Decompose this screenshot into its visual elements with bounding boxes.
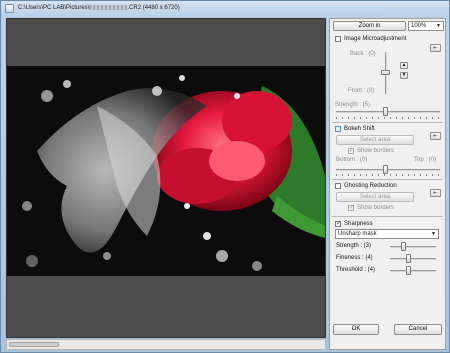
sharpness-strength-thumb[interactable] xyxy=(401,242,406,251)
sharpness-fineness-track[interactable] xyxy=(390,258,436,260)
horizontal-scrollbar[interactable] xyxy=(6,339,326,350)
window-title: C:\Users\PC LAB\Pictures\ .CR2 (4480 x 67… xyxy=(18,5,180,11)
cancel-button[interactable]: Cancel xyxy=(394,324,442,335)
bokeh-bottom-label: Bottom : (0) xyxy=(336,157,368,163)
sharpness-mode-value: Unsharp mask xyxy=(338,231,377,237)
bokeh-shift-track[interactable] xyxy=(336,169,440,171)
microadjustment-strength-thumb[interactable] xyxy=(383,107,388,116)
bokeh-show-borders-label: Show borders xyxy=(357,148,395,154)
sharpness-label: Sharpness xyxy=(344,221,373,227)
ghosting-reduction-checkbox[interactable] xyxy=(335,183,341,189)
bokeh-shift-label: Bokeh Shift xyxy=(344,126,375,132)
arrow-down-icon[interactable]: ▼ xyxy=(400,72,408,79)
bokeh-top-label: Top : (0) xyxy=(414,157,437,163)
sharpness-mode-select[interactable]: Unsharp mask ▼ xyxy=(335,229,439,239)
ok-button[interactable]: OK xyxy=(333,324,379,335)
back-label: Back : (0) xyxy=(350,51,376,57)
scrollbar-thumb[interactable] xyxy=(9,342,59,347)
microadjustment-ticks xyxy=(336,117,440,119)
sharpness-checkbox[interactable]: ✓ xyxy=(335,221,341,227)
image-microadjustment-checkbox[interactable] xyxy=(335,36,341,42)
sharpness-threshold-thumb[interactable] xyxy=(406,266,411,275)
title-bar: C:\Users\PC LAB\Pictures\ .CR2 (4480 x 67… xyxy=(1,1,449,18)
bokeh-shift-ticks xyxy=(336,174,440,176)
preview-image xyxy=(7,66,325,276)
bokeh-shift-checkbox[interactable] xyxy=(335,126,341,132)
microadjustment-vertical-thumb[interactable] xyxy=(381,70,390,75)
microadjustment-strength-label: Strength : (5) xyxy=(335,102,371,108)
sharpness-strength-track[interactable] xyxy=(390,246,436,248)
bokeh-show-borders-checkbox[interactable]: ✓ xyxy=(348,148,354,154)
sharpness-strength-label: Strength : (3) xyxy=(336,243,372,249)
app-icon xyxy=(5,4,14,13)
image-microadjustment-label: Image Microadjustment xyxy=(344,36,407,42)
dpp-tool-window: C:\Users\PC LAB\Pictures\ .CR2 (4480 x 67… xyxy=(0,0,450,353)
redacted-filename xyxy=(89,5,128,10)
image-preview-area[interactable] xyxy=(6,18,326,338)
zoom-value: 100% xyxy=(411,23,427,29)
ghosting-reduction-label: Ghosting Reduction xyxy=(344,183,397,189)
zoom-select[interactable]: 100% ▼ xyxy=(408,21,444,31)
sharpness-threshold-track[interactable] xyxy=(390,270,436,272)
bokeh-select-area-button[interactable]: Select area xyxy=(336,135,414,145)
zoom-in-button[interactable]: Zoom in xyxy=(333,21,406,31)
arrow-up-icon[interactable]: ▲ xyxy=(400,62,408,69)
reset-icon[interactable]: ⇤ xyxy=(430,44,441,52)
section-divider xyxy=(332,122,443,123)
bokeh-shift-thumb[interactable] xyxy=(383,165,388,174)
adjustment-panel: Zoom in 100% ▼ Image Microadjustment ⇤ B… xyxy=(329,18,446,350)
title-file-info: .CR2 (4480 x 6720) xyxy=(127,5,180,12)
sharpness-fineness-label: Fineness : (4) xyxy=(336,255,373,261)
reset-icon[interactable]: ⇤ xyxy=(430,132,441,140)
front-label: Front : (0) xyxy=(348,88,375,94)
microadjustment-strength-track[interactable] xyxy=(336,111,440,113)
sharpness-fineness-thumb[interactable] xyxy=(406,254,411,263)
section-divider xyxy=(332,179,443,180)
chevron-down-icon: ▼ xyxy=(431,231,436,237)
section-divider xyxy=(332,216,443,217)
reset-icon[interactable]: ⇤ xyxy=(430,189,441,197)
ghosting-show-borders-label: Show borders xyxy=(357,205,395,211)
title-path: C:\Users\PC LAB\Pictures\ xyxy=(18,5,90,12)
sharpness-threshold-label: Threshold : (4) xyxy=(336,267,376,273)
chevron-down-icon: ▼ xyxy=(436,23,441,29)
ghosting-show-borders-checkbox[interactable]: ✓ xyxy=(348,205,354,211)
ghosting-select-area-button[interactable]: Select area xyxy=(336,192,414,202)
